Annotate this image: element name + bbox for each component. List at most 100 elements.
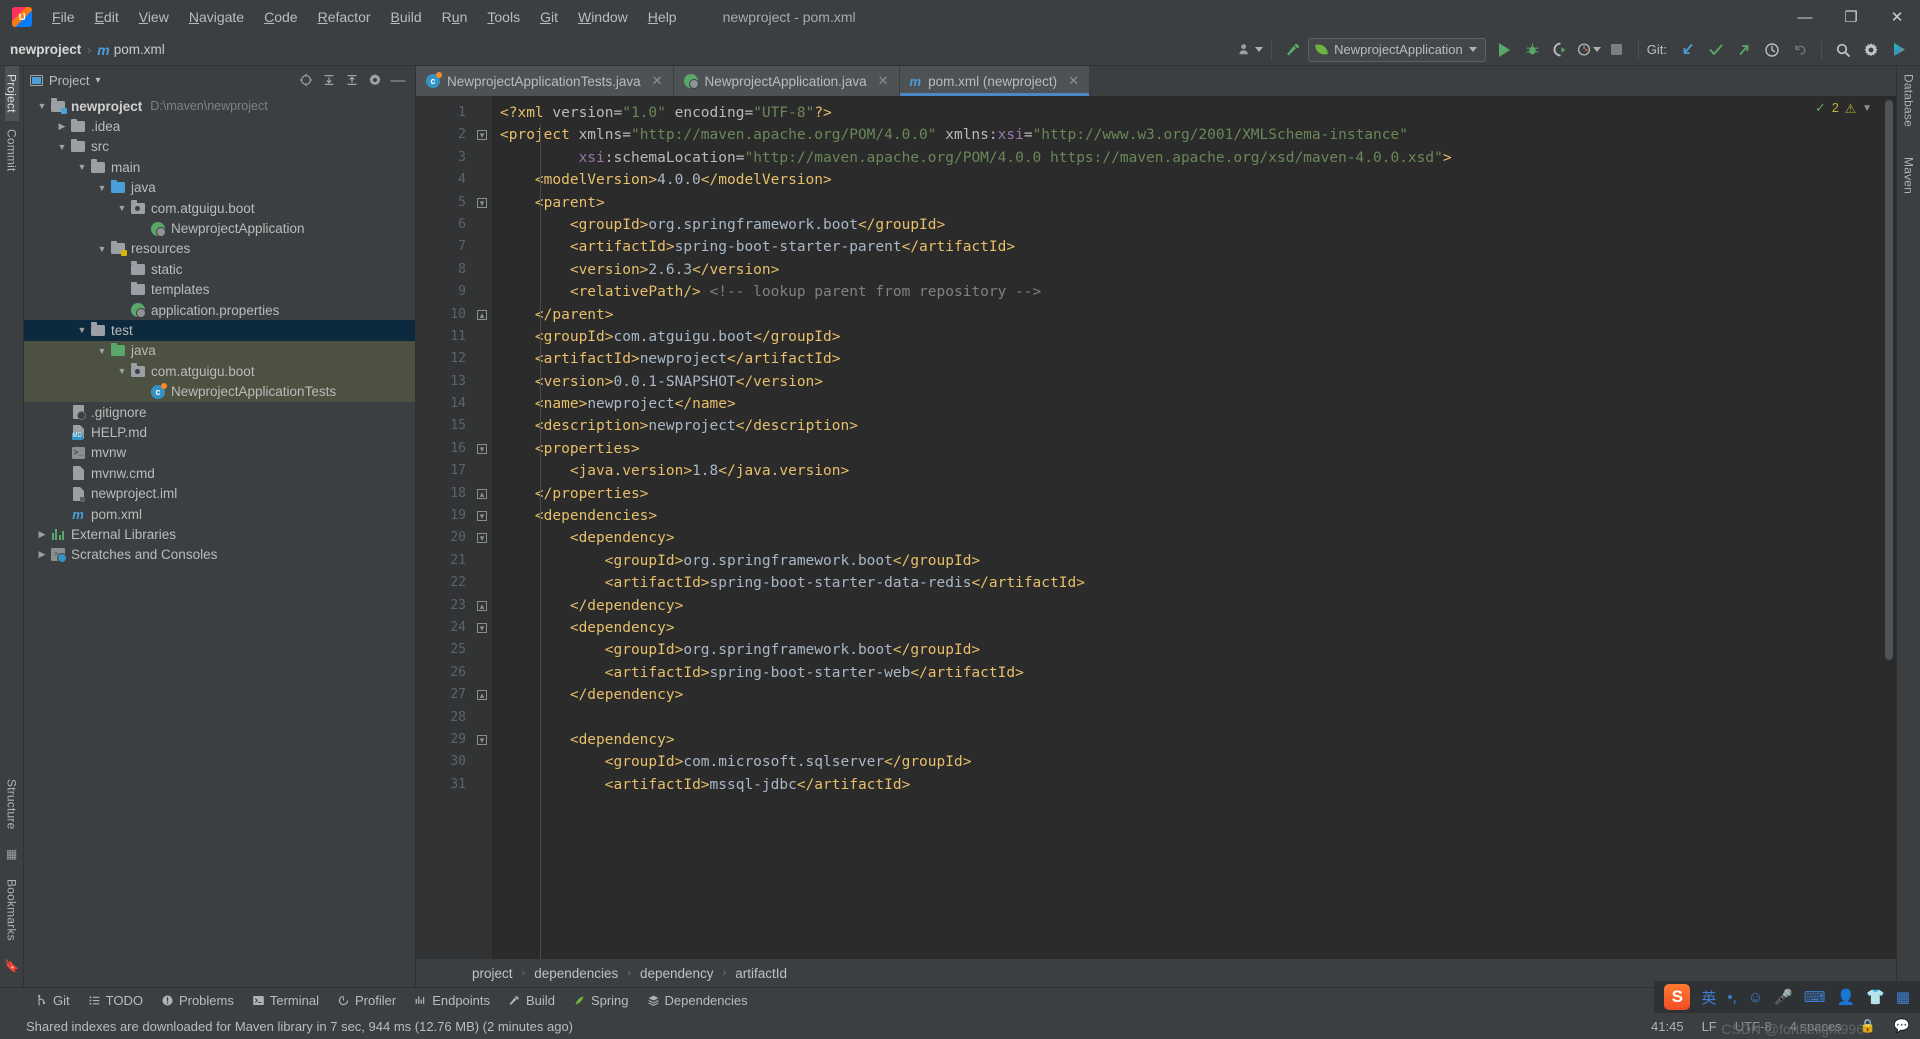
caret-position[interactable]: 41:45 <box>1651 1019 1684 1034</box>
menu-item-code[interactable]: Code <box>254 5 307 29</box>
tree-node-com-atguigu-boot[interactable]: ▼ com.atguigu.boot <box>24 198 415 218</box>
code-line[interactable]: <groupId>com.microsoft.sqlserver</groupI… <box>492 751 1876 773</box>
git-rollback-icon[interactable] <box>1787 38 1813 62</box>
chevron-down-icon[interactable]: ▼ <box>114 203 130 213</box>
ime-apps-icon[interactable]: ▦ <box>1896 988 1910 1006</box>
menu-item-file[interactable]: File <box>42 5 85 29</box>
git-update-icon[interactable] <box>1675 38 1701 62</box>
user-settings-icon[interactable] <box>1237 38 1263 62</box>
breadcrumb-project[interactable]: newproject <box>10 42 81 57</box>
chevron-down-icon[interactable]: ▼ <box>54 142 70 152</box>
code-line[interactable]: <artifactId>newproject</artifactId> <box>492 348 1876 370</box>
code-line[interactable]: </parent> <box>492 304 1876 326</box>
code-line[interactable]: <java.version>1.8</java.version> <box>492 460 1876 482</box>
ime-mic-icon[interactable]: 🎤 <box>1774 988 1793 1006</box>
chevron-right-icon[interactable]: ▶ <box>34 549 50 560</box>
tree-node-newprojectapplication[interactable]: NewprojectApplication <box>24 218 415 238</box>
chevron-down-icon[interactable]: ▼ <box>94 244 110 254</box>
run-icon[interactable] <box>1492 38 1518 62</box>
code-line[interactable]: <artifactId>spring-boot-starter-web</art… <box>492 662 1876 684</box>
search-everywhere-icon[interactable] <box>1830 38 1856 62</box>
fold-marker[interactable]: ▾ <box>474 729 492 751</box>
sidebar-item-commit[interactable]: Commit <box>5 121 19 180</box>
editor-scrollbar[interactable] <box>1876 96 1896 959</box>
code-content[interactable]: <?xml version="1.0" encoding="UTF-8"?> <p… <box>492 96 1876 959</box>
editor-tab-pom-xml-newproject-[interactable]: m pom.xml (newproject) ✕ <box>899 66 1091 96</box>
file-encoding[interactable]: UTF-8 <box>1735 1019 1772 1034</box>
menu-item-window[interactable]: Window <box>568 5 638 29</box>
profiler-icon[interactable] <box>1576 38 1602 62</box>
ime-punctuation-icon[interactable]: •, <box>1727 989 1736 1006</box>
tool-window-git[interactable]: Git <box>26 990 79 1011</box>
menu-item-navigate[interactable]: Navigate <box>179 5 254 29</box>
tree-node--idea[interactable]: ▶ .idea <box>24 116 415 136</box>
code-line[interactable]: <properties> <box>492 438 1876 460</box>
tree-node-java[interactable]: ▼ java <box>24 340 415 362</box>
chevron-down-icon[interactable]: ▼ <box>74 325 90 335</box>
tree-node-newprojectapplicationtests[interactable]: c NewprojectApplicationTests <box>24 381 415 402</box>
fold-marker[interactable]: ▴ <box>474 684 492 706</box>
run-with-coverage-icon[interactable] <box>1548 38 1574 62</box>
tree-node-static[interactable]: static <box>24 259 415 279</box>
code-line[interactable]: <artifactId>mssql-jdbc</artifactId> <box>492 774 1876 796</box>
build-hammer-icon[interactable] <box>1280 38 1306 62</box>
breadcrumb-item-artifactid[interactable]: artifactId <box>735 966 787 981</box>
menu-item-tools[interactable]: Tools <box>477 5 530 29</box>
collapse-all-icon[interactable] <box>341 69 363 91</box>
code-line[interactable]: xsi:schemaLocation="http://maven.apache.… <box>492 147 1876 169</box>
chevron-down-icon[interactable]: ▼ <box>94 183 110 193</box>
chevron-down-icon[interactable]: ▾ <box>95 75 100 86</box>
tree-node-newproject[interactable]: ▼ newproject D:\maven\newproject <box>24 96 415 116</box>
code-line[interactable]: <description>newproject</description> <box>492 415 1876 437</box>
close-icon[interactable]: ✕ <box>652 73 663 89</box>
minimize-button[interactable]: — <box>1782 0 1828 34</box>
git-commit-icon[interactable] <box>1703 38 1729 62</box>
maximize-button[interactable]: ❐ <box>1828 0 1874 34</box>
menu-item-edit[interactable]: Edit <box>85 5 129 29</box>
tree-node-mvnw-cmd[interactable]: mvnw.cmd <box>24 463 415 483</box>
code-line[interactable]: <dependency> <box>492 729 1876 751</box>
tree-node-com-atguigu-boot[interactable]: ▼ com.atguigu.boot <box>24 361 415 382</box>
debug-icon[interactable] <box>1520 38 1546 62</box>
code-line[interactable]: <artifactId>spring-boot-starter-parent</… <box>492 236 1876 258</box>
fold-marker[interactable]: ▾ <box>474 124 492 146</box>
fold-marker[interactable]: ▾ <box>474 505 492 527</box>
sidebar-item-database[interactable]: Database <box>1902 66 1916 135</box>
tree-node-resources[interactable]: ▼ resources <box>24 239 415 259</box>
chevron-down-icon[interactable]: ▼ <box>114 366 130 376</box>
code-line[interactable]: <dependency> <box>492 527 1876 549</box>
menu-item-help[interactable]: Help <box>638 5 687 29</box>
sidebar-item-project[interactable]: Project <box>4 66 19 121</box>
menu-item-run[interactable]: Run <box>432 5 478 29</box>
code-line[interactable]: <groupId>org.springframework.boot</group… <box>492 550 1876 572</box>
code-line[interactable]: <parent> <box>492 192 1876 214</box>
build-strip-icon[interactable]: ▦ <box>6 847 17 861</box>
stop-icon[interactable] <box>1604 38 1630 62</box>
locate-icon[interactable] <box>295 69 317 91</box>
tool-window-profiler[interactable]: Profiler <box>328 990 405 1011</box>
editor-tab-newprojectapplication-java[interactable]: NewprojectApplication.java ✕ <box>673 66 900 96</box>
chevron-down-icon[interactable]: ▼ <box>94 346 110 356</box>
project-tree[interactable]: ▼ newproject D:\maven\newproject ▶ .idea ▼ src… <box>24 94 415 987</box>
fold-marker[interactable]: ▾ <box>474 438 492 460</box>
code-folding-column[interactable]: ▾ ▾ ▴ ▾ ▴ ▾ ▾ ▴ ▾ ▴ ▾ <box>474 96 492 959</box>
code-line[interactable]: <project xmlns="http://maven.apache.org/… <box>492 124 1876 146</box>
tree-node-test[interactable]: ▼ test <box>24 320 415 341</box>
ai-assistant-icon[interactable] <box>1886 38 1912 62</box>
chevron-right-icon[interactable]: ▶ <box>54 121 70 132</box>
sidebar-item-maven[interactable]: Maven <box>1902 149 1916 202</box>
lock-icon[interactable]: 🔒 <box>1860 1018 1876 1034</box>
code-line[interactable]: <version>2.6.3</version> <box>492 259 1876 281</box>
breadcrumb-item-project[interactable]: project <box>472 966 513 981</box>
chevron-down-icon[interactable]: ▼ <box>1862 103 1872 114</box>
tree-node-external-libraries[interactable]: ▶ External Libraries <box>24 524 415 544</box>
sogou-ime-icon[interactable]: S <box>1664 984 1691 1010</box>
tree-node-templates[interactable]: templates <box>24 280 415 300</box>
tool-window-dependencies[interactable]: Dependencies <box>638 990 757 1011</box>
fold-marker[interactable]: ▴ <box>474 483 492 505</box>
tree-node-src[interactable]: ▼ src <box>24 137 415 157</box>
code-line[interactable]: </dependency> <box>492 684 1876 706</box>
fold-marker[interactable]: ▾ <box>474 527 492 549</box>
sidebar-item-structure[interactable]: Structure <box>5 771 19 838</box>
code-line[interactable]: <?xml version="1.0" encoding="UTF-8"?> <box>492 102 1876 124</box>
